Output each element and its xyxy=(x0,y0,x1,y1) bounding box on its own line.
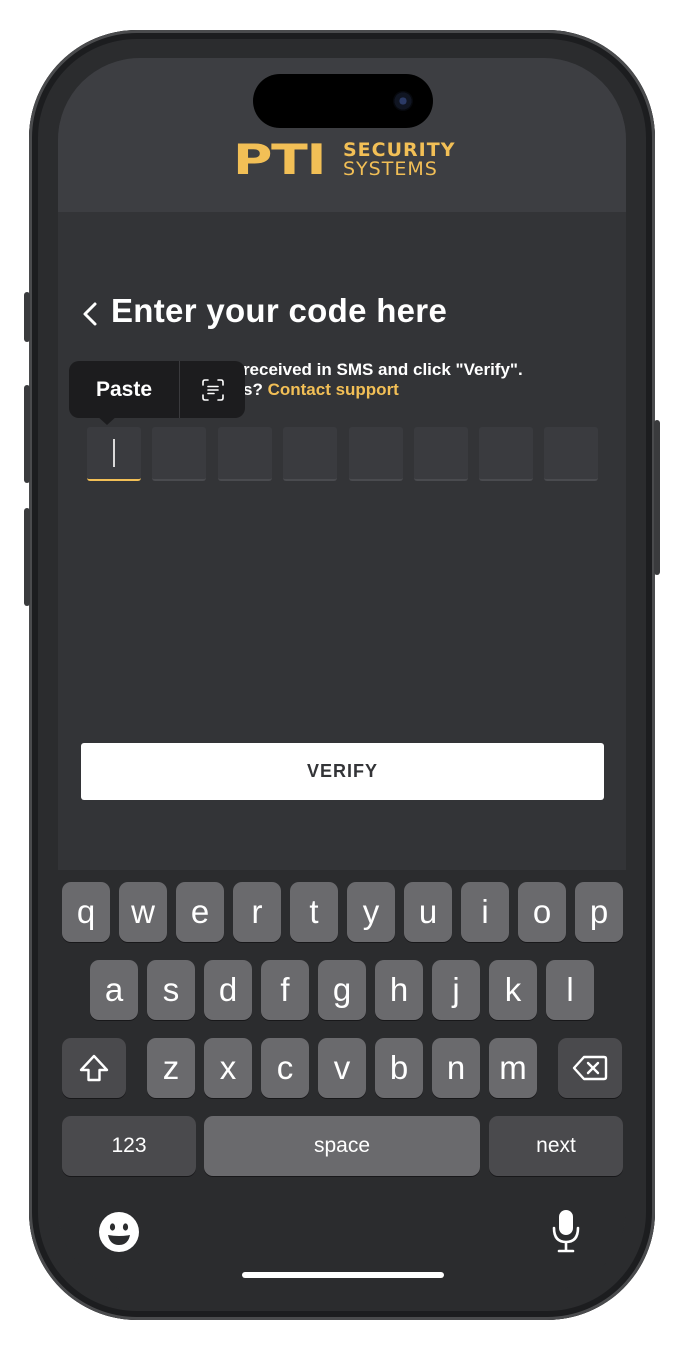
code-digit-3[interactable] xyxy=(218,427,272,481)
dictation-button[interactable] xyxy=(550,1208,582,1254)
key-b[interactable]: b xyxy=(375,1038,423,1098)
logo-line-systems: SYSTEMS xyxy=(343,158,438,180)
help-line: s? Contact support xyxy=(243,379,399,400)
key-q[interactable]: q xyxy=(62,882,110,942)
key-t[interactable]: t xyxy=(290,882,338,942)
key-c[interactable]: c xyxy=(261,1038,309,1098)
key-a[interactable]: a xyxy=(90,960,138,1020)
logo-mark: PTI xyxy=(233,135,327,184)
front-camera xyxy=(393,91,413,111)
code-digit-1[interactable] xyxy=(87,427,141,481)
pti-logo: PTI SECURITY SYSTEMS xyxy=(233,138,458,182)
instruction-text-visible: ode received in SMS and click "Verify". xyxy=(208,360,523,379)
scan-text-icon xyxy=(201,378,224,401)
key-k[interactable]: k xyxy=(489,960,537,1020)
delete-key[interactable] xyxy=(558,1038,622,1098)
emoji-icon xyxy=(99,1212,139,1252)
microphone-icon xyxy=(552,1210,580,1253)
scan-text-button[interactable] xyxy=(180,361,245,418)
keyboard: q w e r t y u i o p a s d f g h j k l z … xyxy=(58,870,626,1291)
volume-up-button xyxy=(24,385,30,483)
code-digit-8[interactable] xyxy=(544,427,598,481)
key-f[interactable]: f xyxy=(261,960,309,1020)
help-text-fragment: s? xyxy=(243,380,263,399)
key-o[interactable]: o xyxy=(518,882,566,942)
key-d[interactable]: d xyxy=(204,960,252,1020)
key-g[interactable]: g xyxy=(318,960,366,1020)
key-y[interactable]: y xyxy=(347,882,395,942)
code-digit-6[interactable] xyxy=(414,427,468,481)
shift-icon xyxy=(79,1054,109,1082)
key-x[interactable]: x xyxy=(204,1038,252,1098)
space-key[interactable]: space xyxy=(204,1116,480,1176)
code-digit-2[interactable] xyxy=(152,427,206,481)
contact-support-link[interactable]: Contact support xyxy=(268,380,399,399)
key-v[interactable]: v xyxy=(318,1038,366,1098)
verify-button[interactable]: VERIFY xyxy=(81,743,604,800)
page-title: Enter your code here xyxy=(111,292,448,329)
numbers-key[interactable]: 123 xyxy=(62,1116,196,1176)
key-u[interactable]: u xyxy=(404,882,452,942)
backspace-icon xyxy=(572,1055,608,1081)
key-j[interactable]: j xyxy=(432,960,480,1020)
key-r[interactable]: r xyxy=(233,882,281,942)
emoji-button[interactable] xyxy=(98,1211,140,1253)
screen: PTI SECURITY SYSTEMS Enter your code her… xyxy=(58,58,626,1291)
action-button xyxy=(24,292,30,342)
key-z[interactable]: z xyxy=(147,1038,195,1098)
key-e[interactable]: e xyxy=(176,882,224,942)
logo-line-security: SECURITY xyxy=(343,139,456,161)
code-digit-7[interactable] xyxy=(479,427,533,481)
key-l[interactable]: l xyxy=(546,960,594,1020)
text-caret xyxy=(113,439,115,467)
paste-context-menu: Paste xyxy=(69,361,245,418)
key-p[interactable]: p xyxy=(575,882,623,942)
code-digit-4[interactable] xyxy=(283,427,337,481)
instruction-text: ode received in SMS and click "Verify". xyxy=(208,359,523,380)
key-h[interactable]: h xyxy=(375,960,423,1020)
key-n[interactable]: n xyxy=(432,1038,480,1098)
volume-down-button xyxy=(24,508,30,606)
paste-button[interactable]: Paste xyxy=(69,361,179,418)
key-s[interactable]: s xyxy=(147,960,195,1020)
chevron-left-icon[interactable] xyxy=(82,301,98,327)
power-button xyxy=(654,420,660,575)
key-i[interactable]: i xyxy=(461,882,509,942)
context-menu-arrow xyxy=(96,415,118,425)
shift-key[interactable] xyxy=(62,1038,126,1098)
next-key[interactable]: next xyxy=(489,1116,623,1176)
key-m[interactable]: m xyxy=(489,1038,537,1098)
key-w[interactable]: w xyxy=(119,882,167,942)
code-digit-5[interactable] xyxy=(349,427,403,481)
dynamic-island xyxy=(253,74,433,128)
home-indicator[interactable] xyxy=(242,1272,444,1278)
